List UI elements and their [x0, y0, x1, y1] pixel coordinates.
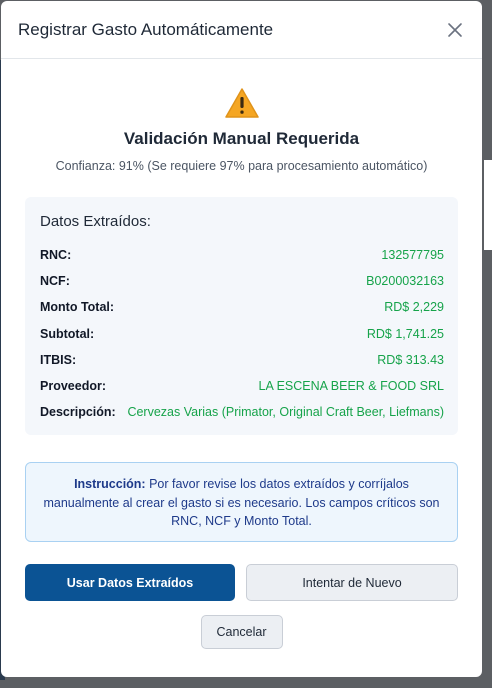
- instruction-alert: Instrucción: Por favor revise los datos …: [25, 462, 458, 542]
- field-label: RNC:: [40, 248, 72, 263]
- use-extracted-data-button[interactable]: Usar Datos Extraídos: [25, 564, 235, 601]
- field-value: RD$ 1,741.25: [366, 326, 444, 341]
- field-row-total: Monto Total: RD$ 2,229: [40, 294, 444, 320]
- field-row-itbis: ITBIS: RD$ 313.43: [40, 347, 444, 373]
- field-label: Descripción:: [40, 405, 116, 420]
- retry-button[interactable]: Intentar de Nuevo: [246, 564, 458, 601]
- field-row-provider: Proveedor: LA ESCENA BEER & FOOD SRL: [40, 373, 444, 399]
- field-value: RD$ 313.43: [377, 352, 444, 367]
- field-row-subtotal: Subtotal: RD$ 1,741.25: [40, 321, 444, 347]
- modal-title: Registrar Gasto Automáticamente: [18, 19, 274, 39]
- field-value: B0200032163: [366, 274, 444, 289]
- warning-icon-wrap: [1, 87, 482, 121]
- register-expense-modal: Registrar Gasto Automáticamente Validaci…: [1, 1, 482, 677]
- background-page-fragment: [484, 160, 492, 250]
- field-value: 132577795: [381, 248, 444, 263]
- field-label: NCF:: [40, 274, 70, 289]
- cancel-button[interactable]: Cancelar: [200, 615, 283, 649]
- extracted-data-title: Datos Extraídos:: [40, 213, 151, 230]
- instruction-label: Instrucción:: [74, 477, 146, 491]
- cancel-wrap: Cancelar: [1, 615, 482, 649]
- field-row-description: Descripción: Cervezas Varias (Primator, …: [40, 399, 444, 425]
- field-value: LA ESCENA BEER & FOOD SRL: [258, 379, 444, 394]
- field-label: Monto Total:: [40, 300, 115, 315]
- extracted-data-panel: Datos Extraídos: RNC: 132577795 NCF: B02…: [25, 197, 458, 435]
- field-label: Subtotal:: [40, 326, 95, 341]
- field-value: RD$ 2,229: [384, 300, 444, 315]
- field-label: ITBIS:: [40, 352, 77, 367]
- close-icon: [448, 22, 462, 37]
- field-row-rnc: RNC: 132577795: [40, 242, 444, 268]
- action-buttons: Usar Datos Extraídos Intentar de Nuevo: [25, 564, 458, 601]
- validation-heading: Validación Manual Requerida: [123, 129, 360, 148]
- field-label: Proveedor:: [40, 379, 106, 394]
- modal-header: Registrar Gasto Automáticamente: [1, 1, 482, 59]
- confidence-text: Confianza: 91% (Se requiere 97% para pro…: [55, 159, 428, 173]
- warning-icon: [224, 88, 259, 118]
- close-button[interactable]: [444, 19, 466, 41]
- field-row-ncf: NCF: B0200032163: [40, 268, 444, 294]
- field-value: Cervezas Varias (Primator, Original Craf…: [127, 405, 444, 420]
